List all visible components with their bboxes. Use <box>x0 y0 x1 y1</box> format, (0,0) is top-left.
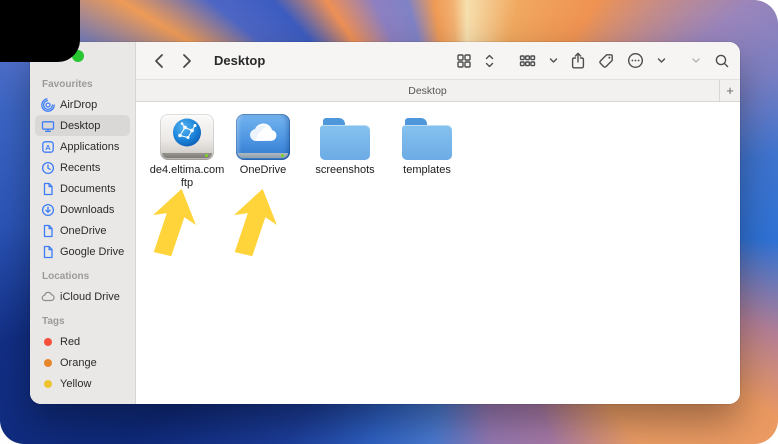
file-item-label: templates <box>385 164 469 177</box>
sidebar-item-label: Applications <box>60 141 119 153</box>
file-item-label: screenshots <box>303 164 387 177</box>
share-button[interactable] <box>571 50 585 72</box>
sidebar-item-label: Yellow <box>60 378 91 390</box>
airdrop-icon <box>41 98 55 112</box>
sidebar-item-label: Desktop <box>60 120 100 132</box>
file-browser-content: de4.eltima.com ftp <box>136 102 740 404</box>
sidebar-item-label: AirDrop <box>60 99 97 111</box>
tag-button[interactable] <box>598 50 614 72</box>
sidebar-item-label: Google Drive <box>60 246 124 258</box>
more-actions-button[interactable] <box>627 50 644 72</box>
icon-view-button[interactable] <box>456 50 472 72</box>
file-item-screenshots[interactable]: screenshots <box>303 108 387 177</box>
sidebar-item-icloud-drive[interactable]: iCloud Drive <box>35 286 130 307</box>
file-item-label: OneDrive <box>221 164 305 177</box>
cloud-icon <box>41 290 55 304</box>
sidebar-item-documents[interactable]: Documents <box>35 178 130 199</box>
drive-led <box>205 154 208 157</box>
sidebar-item-applications[interactable]: A Applications <box>35 136 130 157</box>
document-icon <box>41 182 55 196</box>
sidebar-item-airdrop[interactable]: AirDrop <box>35 94 130 115</box>
onedrive-drive-icon <box>236 114 290 160</box>
red-tag-dot-icon <box>44 338 52 346</box>
finder-window: Favourites AirDrop Desktop A Application… <box>30 42 740 404</box>
sidebar-item-label: Red <box>60 336 80 348</box>
sidebar-section-locations: Locations <box>30 270 135 286</box>
black-redaction-box <box>0 0 80 62</box>
onedrive-cloud-icon <box>247 122 279 148</box>
document-icon <box>41 224 55 238</box>
desktop-icon <box>41 119 55 133</box>
sidebar-section-tags: Tags <box>30 315 135 331</box>
more-actions-chevron-icon[interactable] <box>657 50 666 72</box>
network-drive-icon <box>160 114 214 160</box>
group-by-button[interactable] <box>519 50 536 72</box>
sort-updown-chevrons-icon[interactable] <box>485 50 494 72</box>
applications-icon: A <box>41 140 55 154</box>
file-item-onedrive[interactable]: OneDrive <box>221 108 305 177</box>
sidebar-item-label: OneDrive <box>60 225 106 237</box>
back-button[interactable] <box>148 50 170 72</box>
sidebar-item-label: Downloads <box>60 204 114 216</box>
recents-icon <box>41 161 55 175</box>
sidebar-item-onedrive[interactable]: OneDrive <box>35 220 130 241</box>
annotation-arrow-ftp <box>145 184 203 260</box>
annotation-arrow-onedrive <box>226 184 284 260</box>
file-item-label: de4.eltima.com ftp <box>145 164 229 190</box>
sidebar-item-tag-orange[interactable]: Orange <box>35 352 130 373</box>
toolbar-overflow-chevron-icon[interactable] <box>691 50 701 72</box>
tab-bar: Desktop + <box>136 79 740 102</box>
sidebar-item-label: Documents <box>60 183 116 195</box>
folder-icon <box>402 118 452 160</box>
yellow-tag-dot-icon <box>44 380 52 388</box>
svg-text:A: A <box>45 142 51 151</box>
document-icon <box>41 245 55 259</box>
sidebar-item-recents[interactable]: Recents <box>35 157 130 178</box>
network-globe-icon <box>172 118 202 153</box>
group-by-chevron-icon[interactable] <box>549 50 558 72</box>
orange-tag-dot-icon <box>44 359 52 367</box>
sidebar-item-label: Orange <box>60 357 97 369</box>
new-tab-button[interactable]: + <box>719 80 740 101</box>
drive-led <box>281 154 284 157</box>
sidebar-item-google-drive[interactable]: Google Drive <box>35 241 130 262</box>
file-item-network-drive[interactable]: de4.eltima.com ftp <box>145 108 229 190</box>
folder-icon <box>320 118 370 160</box>
finder-toolbar: Desktop <box>136 42 740 79</box>
finder-sidebar: Favourites AirDrop Desktop A Application… <box>30 42 136 404</box>
sidebar-item-label: iCloud Drive <box>60 291 120 303</box>
sidebar-item-downloads[interactable]: Downloads <box>35 199 130 220</box>
window-title: Desktop <box>214 53 265 68</box>
finder-main: Desktop <box>136 42 740 404</box>
sidebar-item-tag-yellow[interactable]: Yellow <box>35 373 130 394</box>
sidebar-item-desktop[interactable]: Desktop <box>35 115 130 136</box>
search-button[interactable] <box>714 50 730 72</box>
sidebar-item-label: Recents <box>60 162 100 174</box>
file-item-templates[interactable]: templates <box>385 108 469 177</box>
tab-desktop[interactable]: Desktop <box>136 80 719 101</box>
sidebar-section-favourites: Favourites <box>30 78 135 94</box>
downloads-icon <box>41 203 55 217</box>
sidebar-item-tag-red[interactable]: Red <box>35 331 130 352</box>
forward-button[interactable] <box>176 50 198 72</box>
